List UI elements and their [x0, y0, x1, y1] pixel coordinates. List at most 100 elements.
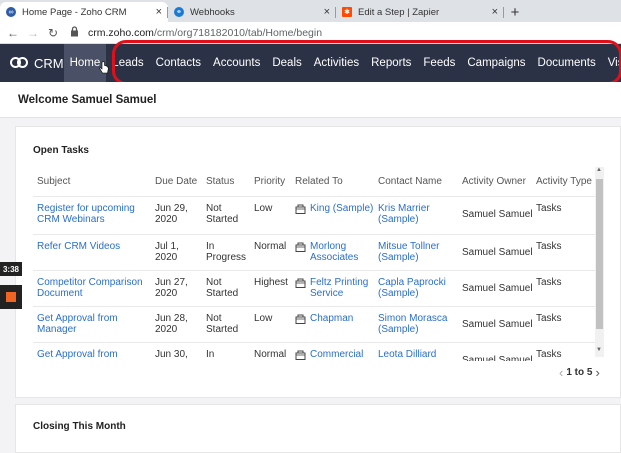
crm-logo[interactable]: CRM: [0, 44, 64, 82]
webhooks-icon: ⚭: [174, 7, 184, 17]
pagination: ‹ 1 to 5 ›: [556, 365, 603, 380]
column-header[interactable]: Due Date: [155, 176, 197, 187]
task-subject-link[interactable]: Register for upcoming CRM Webinars: [37, 203, 149, 225]
scrollbar-thumb[interactable]: [596, 179, 603, 329]
nav-reports[interactable]: Reports: [365, 44, 417, 82]
close-tab-icon[interactable]: ×: [324, 6, 330, 18]
nav-leads[interactable]: Leads: [106, 44, 149, 82]
stop-recording-button[interactable]: [0, 285, 22, 309]
close-tab-icon[interactable]: ×: [492, 6, 498, 18]
browser-tab-strip: ∞ Home Page - Zoho CRM × ⚭ Webhooks × ✱ …: [0, 0, 621, 22]
activity-type: Tasks: [536, 241, 562, 252]
next-page-icon[interactable]: ›: [595, 365, 599, 380]
task-priority: Normal: [254, 349, 287, 360]
crm-top-nav: CRM Home Leads Contacts Accounts Deals A…: [0, 44, 621, 82]
task-subject-link[interactable]: Get Approval from: [37, 349, 149, 360]
activity-owner: Samuel Samuel: [462, 209, 533, 220]
contact-name-link[interactable]: Kris Marrier (Sample): [378, 203, 458, 225]
task-subject-link[interactable]: Refer CRM Videos: [37, 241, 149, 252]
reload-icon[interactable]: ↻: [46, 26, 60, 40]
column-header[interactable]: Contact Name: [378, 176, 442, 187]
contact-name-link[interactable]: Simon Morasca (Sample): [378, 313, 458, 335]
browser-tab-zapier[interactable]: ✱ Edit a Step | Zapier ×: [336, 2, 504, 22]
related-to-link[interactable]: Chapman: [310, 313, 353, 327]
account-icon: [295, 203, 310, 217]
column-header[interactable]: Status: [206, 176, 234, 187]
prev-page-icon[interactable]: ‹: [559, 365, 563, 380]
column-header[interactable]: Subject: [37, 176, 70, 187]
table-row: Refer CRM Videos Jul 1, 2020 In Progress No…: [33, 235, 595, 271]
nav-feeds[interactable]: Feeds: [417, 44, 461, 82]
crm-logo-text: CRM: [34, 55, 64, 71]
address-bar: ← → ↻ crm.zoho.com/crm/org718182010/tab/…: [0, 22, 621, 44]
related-to-link[interactable]: King (Sample): [310, 203, 373, 217]
activity-owner: Samuel Samuel: [462, 247, 533, 258]
task-status: In Progress: [206, 241, 247, 263]
tab-title: Home Page - Zoho CRM: [22, 6, 127, 18]
nav-deals[interactable]: Deals: [266, 44, 307, 82]
task-priority: Highest: [254, 277, 288, 288]
card-title: Closing This Month: [33, 421, 126, 432]
zapier-icon: ✱: [342, 7, 352, 17]
contact-name-link[interactable]: Mitsue Tollner (Sample): [378, 241, 458, 263]
task-status: Not Started: [206, 277, 239, 299]
table-header-row: Subject Due Date Status Priority Related…: [33, 171, 595, 197]
tab-title: Edit a Step | Zapier: [358, 6, 440, 18]
table-row: Competitor Comparison Document Jun 27, 20…: [33, 271, 595, 307]
due-date: Jun 28, 2020: [155, 313, 188, 335]
task-status: Not Started: [206, 203, 239, 225]
column-header[interactable]: Activity Owner: [462, 176, 526, 187]
scroll-down-icon[interactable]: ▼: [596, 347, 602, 353]
close-tab-icon[interactable]: ×: [156, 6, 162, 18]
due-date: Jul 1, 2020: [155, 241, 179, 263]
activity-type: Tasks: [536, 277, 562, 288]
activity-owner: Samuel Samuel: [462, 319, 533, 330]
nav-visits[interactable]: Visits: [602, 44, 621, 82]
activity-owner: Samuel Samuel: [462, 355, 533, 361]
scroll-up-icon[interactable]: ▲: [596, 167, 602, 173]
contact-name-link[interactable]: Capla Paprocki (Sample): [378, 277, 458, 299]
related-to-link[interactable]: Commercial: [310, 349, 363, 361]
account-icon: [295, 241, 310, 263]
recording-timer: 3:38: [0, 262, 22, 276]
nav-accounts[interactable]: Accounts: [207, 44, 266, 82]
due-date: Jun 29, 2020: [155, 203, 188, 225]
task-subject-link[interactable]: Get Approval from Manager: [37, 313, 149, 335]
column-header[interactable]: Priority: [254, 176, 285, 187]
nav-documents[interactable]: Documents: [532, 44, 602, 82]
lock-icon[interactable]: [70, 26, 82, 39]
activity-owner: Samuel Samuel: [462, 283, 533, 294]
task-status: Not Started: [206, 313, 239, 335]
forward-arrow-icon[interactable]: →: [26, 26, 40, 40]
related-to: Commercial: [295, 349, 375, 361]
welcome-heading: Welcome Samuel Samuel: [0, 82, 621, 118]
task-priority: Normal: [254, 241, 287, 252]
url-field[interactable]: crm.zoho.com/crm/org718182010/tab/Home/b…: [88, 27, 322, 39]
browser-tab-zoho[interactable]: ∞ Home Page - Zoho CRM ×: [0, 2, 168, 22]
related-to: Chapman: [295, 313, 375, 327]
due-date: Jun 27, 2020: [155, 277, 188, 299]
back-arrow-icon[interactable]: ←: [6, 26, 20, 40]
table-row: Get Approval from Manager Jun 28, 2020 Not…: [33, 307, 595, 343]
related-to-link[interactable]: Feltz Printing Service: [310, 277, 375, 299]
table-scrollbar[interactable]: ▲ ▼: [595, 167, 604, 357]
page-range: 1 to 5: [566, 367, 593, 378]
task-subject-link[interactable]: Competitor Comparison Document: [37, 277, 149, 299]
contact-name-link[interactable]: Leota Dilliard: [378, 349, 458, 360]
nav-activities[interactable]: Activities: [308, 44, 365, 82]
column-header[interactable]: Activity Type: [536, 176, 592, 187]
nav-campaigns[interactable]: Campaigns: [461, 44, 531, 82]
related-to-link[interactable]: Morlong Associates: [310, 241, 375, 263]
zoho-icon: ∞: [6, 7, 16, 17]
stop-icon: [6, 292, 16, 302]
nav-contacts[interactable]: Contacts: [150, 44, 207, 82]
activity-type: Tasks: [536, 313, 562, 324]
table-row: Get Approval from Jun 30, In Normal Commerci…: [33, 343, 595, 361]
closing-this-month-card: Closing This Month: [15, 404, 621, 453]
new-tab-button[interactable]: +: [504, 2, 526, 22]
column-header[interactable]: Related To: [295, 176, 343, 187]
browser-tab-webhooks[interactable]: ⚭ Webhooks ×: [168, 2, 336, 22]
zoho-logo-icon: [10, 57, 28, 69]
open-tasks-card: Open Tasks Subject Due Date Status Prior…: [15, 126, 621, 398]
tab-title: Webhooks: [190, 6, 235, 18]
